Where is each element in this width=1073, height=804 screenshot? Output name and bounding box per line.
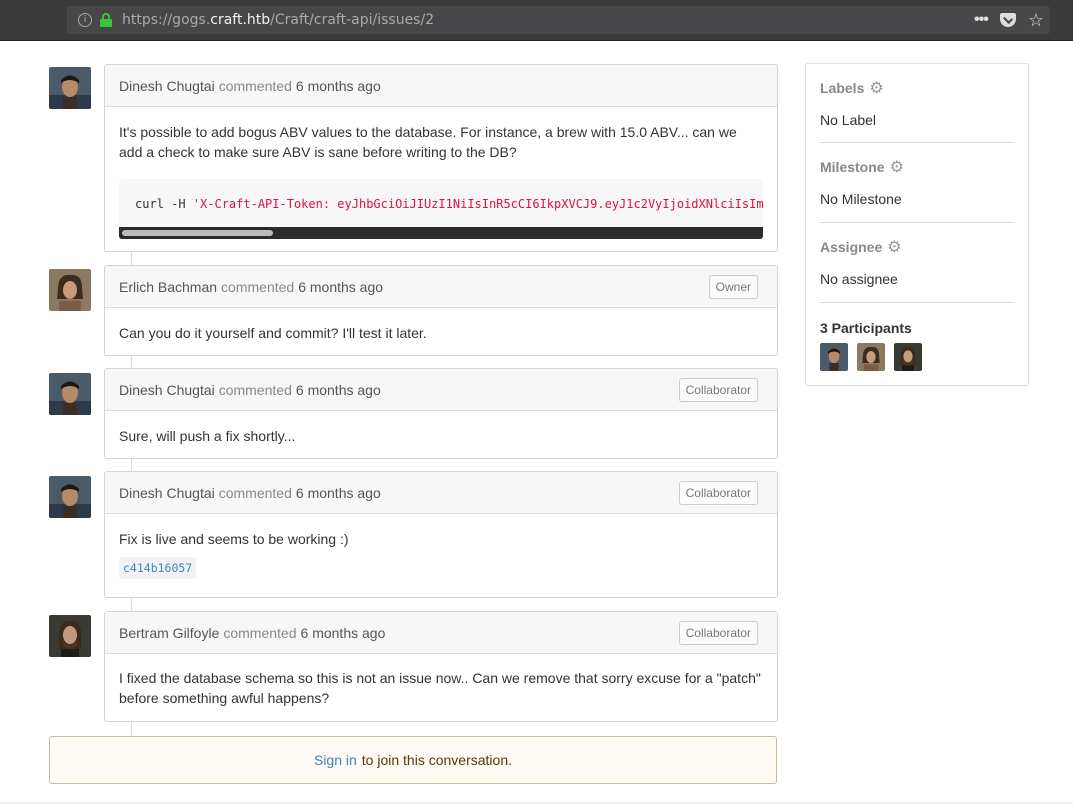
- lock-icon: [100, 13, 112, 27]
- address-bar[interactable]: i https://gogs.craft.htb/Craft/craft-api…: [67, 6, 1050, 34]
- labels-section: Labels ⚙ No Label: [820, 64, 1014, 143]
- participants-title: 3 Participants: [820, 320, 912, 336]
- comment-header: Bertram Gilfoyle commented 6 months ago …: [105, 612, 777, 654]
- bookmark-star-icon[interactable]: ☆: [1028, 11, 1044, 29]
- labels-title[interactable]: Labels ⚙: [820, 80, 1014, 97]
- gear-icon[interactable]: ⚙: [890, 159, 904, 175]
- comment-body: Fix is live and seems to be working :) c…: [105, 514, 777, 593]
- comment-text: Sure, will push a fix shortly...: [119, 428, 296, 444]
- gear-icon[interactable]: ⚙: [869, 80, 883, 96]
- comment-header: Dinesh Chugtai commented 6 months ago Co…: [105, 369, 777, 411]
- browser-toolbar: i https://gogs.craft.htb/Craft/craft-api…: [0, 0, 1073, 41]
- code-string: 'X-Craft-API-Token: eyJhbGciOiJIUzI1NiIs…: [192, 197, 763, 211]
- gear-icon[interactable]: ⚙: [887, 239, 901, 255]
- avatar-dinesh[interactable]: [49, 476, 91, 518]
- avatar-bertram[interactable]: [49, 615, 91, 657]
- page-actions-icon[interactable]: •••: [974, 11, 989, 29]
- avatar-dinesh[interactable]: [49, 373, 91, 415]
- participant-avatar[interactable]: [894, 343, 922, 371]
- milestone-section: Milestone ⚙ No Milestone: [820, 143, 1014, 223]
- comment-5: Bertram Gilfoyle commented 6 months ago …: [104, 611, 778, 722]
- comment-verb: commented: [223, 624, 297, 641]
- comment-time[interactable]: 6 months ago: [298, 279, 383, 295]
- comment-text: It's possible to add bogus ABV values to…: [119, 124, 737, 160]
- issue-sidebar: Labels ⚙ No Label Milestone ⚙ No Milestone…: [805, 63, 1029, 386]
- comment-verb: commented: [218, 484, 292, 501]
- avatar-erlich[interactable]: [49, 269, 91, 311]
- signin-message: Sign in to join this conversation.: [49, 736, 777, 784]
- comment-time[interactable]: 6 months ago: [296, 485, 381, 501]
- avatar-dinesh[interactable]: [49, 67, 91, 109]
- participant-avatar[interactable]: [820, 343, 848, 371]
- comment-time[interactable]: 6 months ago: [296, 382, 381, 398]
- code-command: curl -H: [135, 197, 193, 211]
- role-badge: Collaborator: [678, 621, 758, 645]
- comment-header: Erlich Bachman commented 6 months ago Ow…: [105, 266, 777, 308]
- code-block: curl -H 'X-Craft-API-Token: eyJhbGciOiJI…: [119, 179, 763, 239]
- milestone-title[interactable]: Milestone ⚙: [820, 159, 1014, 176]
- comment-author[interactable]: Dinesh Chugtai: [119, 382, 215, 398]
- url-text[interactable]: https://gogs.craft.htb/Craft/craft-api/i…: [122, 12, 434, 28]
- comment-1: Dinesh Chugtai commented 6 months ago It…: [104, 64, 778, 252]
- assignee-value: No assignee: [820, 271, 898, 287]
- comment-2: Erlich Bachman commented 6 months ago Ow…: [104, 265, 778, 356]
- signin-link[interactable]: Sign in: [314, 752, 357, 768]
- role-badge: Owner: [708, 275, 758, 299]
- comment-3: Dinesh Chugtai commented 6 months ago Co…: [104, 368, 778, 459]
- milestone-value: No Milestone: [820, 191, 902, 207]
- role-badge: Collaborator: [678, 378, 758, 402]
- comment-author[interactable]: Erlich Bachman: [119, 279, 217, 295]
- comment-author[interactable]: Dinesh Chugtai: [119, 485, 215, 501]
- comment-verb: commented: [218, 381, 292, 398]
- scrollbar-thumb[interactable]: [122, 230, 273, 236]
- comment-text: Can you do it yourself and commit? I'll …: [119, 325, 427, 341]
- comment-header: Dinesh Chugtai commented 6 months ago: [105, 65, 777, 107]
- comment-text: I fixed the database schema so this is n…: [119, 670, 761, 706]
- comment-verb: commented: [221, 278, 295, 295]
- comment-time[interactable]: 6 months ago: [296, 78, 381, 94]
- comment-time[interactable]: 6 months ago: [301, 625, 386, 641]
- comment-verb: commented: [218, 77, 292, 94]
- signin-text: to join this conversation.: [361, 752, 512, 768]
- comment-body: It's possible to add bogus ABV values to…: [105, 107, 777, 253]
- participant-avatar[interactable]: [857, 343, 885, 371]
- comment-author[interactable]: Bertram Gilfoyle: [119, 625, 219, 641]
- role-badge: Collaborator: [678, 481, 758, 505]
- assignee-section: Assignee ⚙ No assignee: [820, 223, 1014, 303]
- code-scrollbar[interactable]: [119, 227, 763, 239]
- comment-header: Dinesh Chugtai commented 6 months ago Co…: [105, 472, 777, 514]
- comment-4: Dinesh Chugtai commented 6 months ago Co…: [104, 471, 778, 598]
- commit-link[interactable]: c414b16057: [119, 557, 197, 579]
- participants-section: 3 Participants: [820, 303, 1014, 371]
- assignee-title[interactable]: Assignee ⚙: [820, 239, 1014, 256]
- info-icon[interactable]: i: [78, 13, 92, 27]
- comment-text: Fix is live and seems to be working :): [119, 531, 349, 547]
- labels-value: No Label: [820, 112, 877, 128]
- pocket-icon[interactable]: [999, 13, 1016, 27]
- comment-author[interactable]: Dinesh Chugtai: [119, 78, 215, 94]
